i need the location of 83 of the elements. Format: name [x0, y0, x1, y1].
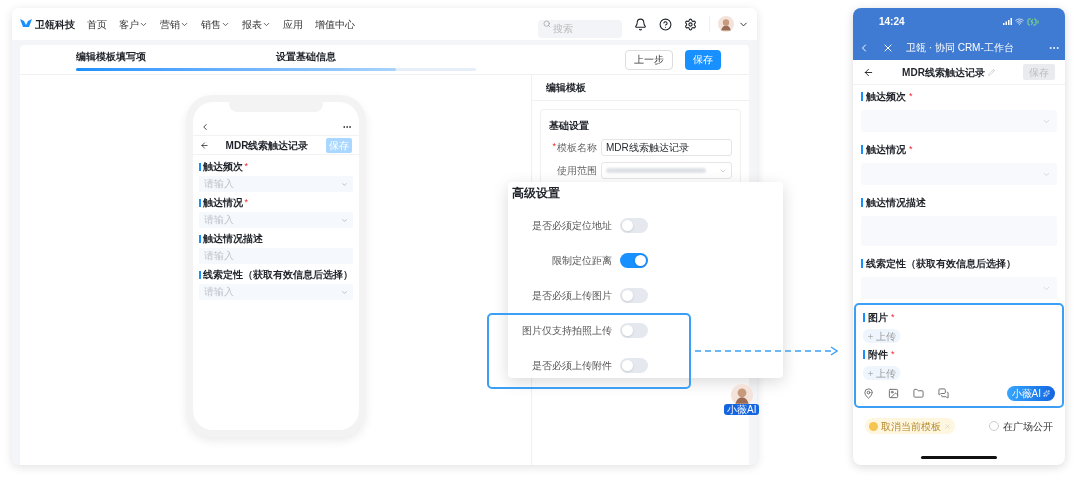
caret-icon — [340, 288, 348, 296]
previous-button[interactable]: 上一步 — [625, 49, 673, 70]
close-icon — [944, 422, 951, 430]
upload-button[interactable]: 上传 — [863, 366, 900, 380]
template-chip[interactable]: 取消当前模板 — [865, 418, 955, 434]
field-label: 触达情况 — [866, 143, 906, 157]
upload-button[interactable]: 上传 — [863, 329, 900, 343]
toggle-switch[interactable] — [620, 217, 648, 233]
search-icon — [543, 20, 551, 28]
avatar-icon — [718, 16, 734, 32]
field-label: 图片 — [868, 311, 888, 325]
template-icon — [869, 421, 878, 431]
toggle-switch[interactable] — [620, 252, 648, 268]
page-title: MDR线索触达记录 — [224, 138, 310, 153]
setting-label: 是否必须定位地址 — [531, 218, 612, 233]
battery-icon — [1027, 15, 1039, 28]
caret-icon — [340, 216, 348, 224]
nav-item[interactable]: 营销 — [160, 16, 189, 32]
section-title: 基础设置 — [549, 119, 590, 133]
setting-label: 限制定位距离 — [551, 253, 612, 268]
back-arrow-icon[interactable] — [863, 66, 874, 78]
help-icon[interactable] — [659, 17, 672, 31]
settings-icon[interactable] — [684, 17, 697, 31]
image-icon[interactable] — [888, 388, 899, 399]
plus-icon — [867, 332, 874, 340]
toggle-switch[interactable] — [620, 357, 648, 373]
required-mark: * — [244, 195, 248, 209]
app-title: 卫瓴 · 协同 CRM-工作台 — [906, 41, 1015, 55]
logo-text: 卫瓴科技 — [35, 17, 75, 32]
select-field[interactable] — [861, 277, 1057, 299]
field-label: 触达情况 — [202, 196, 243, 210]
setting-label: 是否必须上传图片 — [531, 288, 612, 303]
field-label: 触达情况描述 — [866, 196, 926, 210]
notification-icon[interactable] — [634, 17, 647, 31]
nav-item[interactable]: 应用 — [283, 16, 303, 32]
setting-label: 是否必须上传附件 — [531, 358, 612, 373]
sparkle-icon — [1043, 390, 1050, 397]
panel-title: 编辑模板 — [532, 75, 749, 101]
step-label: 编辑模板填写项 — [76, 49, 147, 64]
field-label: 线索定性（获取有效信息后选择） — [866, 257, 1016, 271]
field-label: 线索定性（获取有效信息后选择） — [202, 268, 353, 282]
wifi-icon — [1015, 17, 1024, 26]
nav-item[interactable]: 首页 — [87, 16, 107, 32]
assistant-badge[interactable]: 小薇AI — [724, 404, 760, 415]
toggle-switch[interactable] — [620, 322, 648, 338]
field-label: 触达频次 — [202, 160, 243, 174]
page-title: MDR线索触达记录 — [902, 65, 985, 80]
nav-item[interactable]: 销售 — [201, 16, 230, 32]
required-mark: * — [909, 142, 913, 156]
caret-icon — [340, 180, 348, 188]
input-field[interactable]: MDR线索触达记录 — [601, 139, 732, 156]
select-field[interactable] — [601, 162, 732, 179]
step-label: 设置基础信息 — [276, 49, 337, 64]
save-button[interactable]: 保存 — [685, 49, 721, 70]
field-label: 模板名称 — [557, 141, 597, 155]
nav-item[interactable]: 客户 — [119, 16, 148, 32]
required-mark: * — [552, 140, 556, 153]
plus-icon — [867, 369, 874, 377]
nav-item[interactable]: 增值中心 — [315, 16, 355, 32]
signal-icon — [1003, 18, 1012, 25]
required-mark: * — [891, 310, 895, 324]
required-mark: * — [909, 89, 913, 103]
select-field[interactable] — [861, 163, 1057, 185]
folder-icon[interactable] — [913, 388, 924, 399]
status-time: 14:24 — [879, 15, 905, 29]
avatar-icon — [730, 384, 753, 406]
required-mark: * — [244, 159, 248, 173]
field-label: 触达频次 — [866, 90, 906, 104]
back-arrow-icon[interactable] — [199, 140, 209, 150]
field-label: 附件 — [868, 348, 888, 362]
ai-assistant-button[interactable]: 小薇AI — [1006, 386, 1055, 401]
field-label: 使用范围 — [557, 164, 597, 178]
location-icon[interactable] — [863, 388, 874, 399]
required-mark: * — [891, 347, 895, 361]
setting-label: 图片仅支持拍照上传 — [521, 323, 612, 338]
chat-icon[interactable] — [938, 388, 949, 399]
public-label: 在广场公开 — [1003, 419, 1053, 434]
field-label: 触达情况描述 — [202, 232, 263, 246]
select-field[interactable] — [861, 110, 1057, 132]
nav-item[interactable]: 报表 — [242, 16, 271, 32]
popup-title: 高级设置 — [511, 185, 561, 202]
logo-icon — [20, 19, 32, 29]
toggle-switch[interactable] — [620, 287, 648, 303]
